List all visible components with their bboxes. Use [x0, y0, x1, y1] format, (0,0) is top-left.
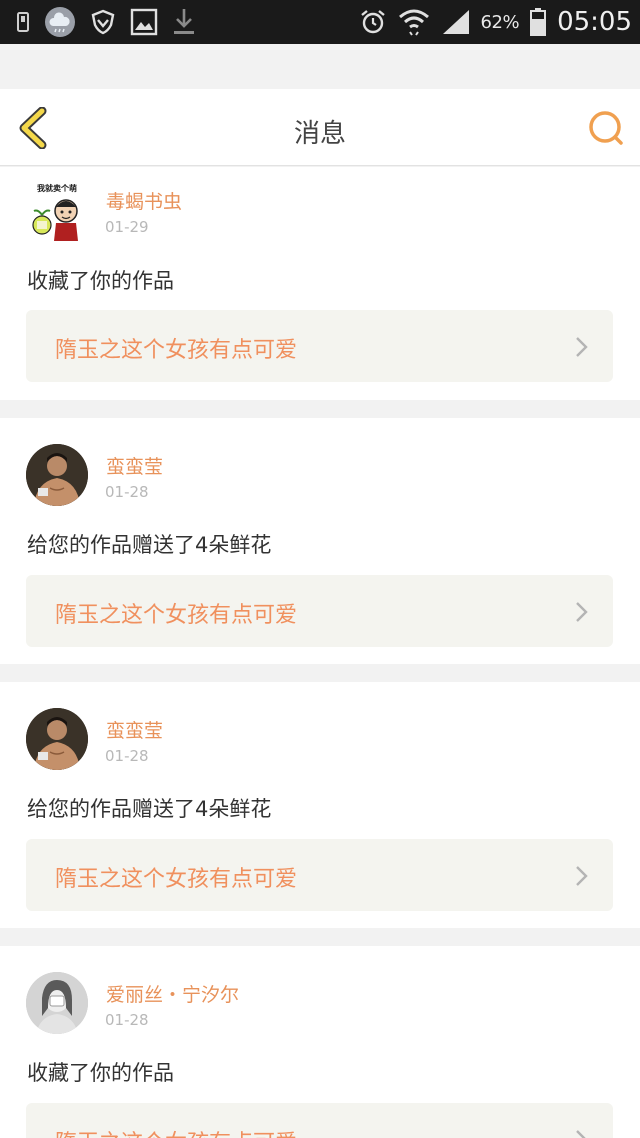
battery-icon: [529, 7, 547, 37]
work-link[interactable]: 隋玉之这个女孩有点可爱: [26, 839, 613, 911]
search-button[interactable]: [586, 109, 626, 149]
chevron-right-icon: [576, 1130, 586, 1138]
gallery-icon: [130, 8, 158, 36]
person-photo-icon: [26, 972, 88, 1034]
username[interactable]: 蛮蛮莹: [106, 452, 163, 479]
wifi-icon: [397, 7, 431, 37]
download-icon: [172, 7, 196, 37]
avatar-caption: 我就卖个萌: [37, 183, 77, 193]
meme-avatar-icon: 我就卖个萌: [26, 181, 88, 243]
chevron-right-icon: [576, 337, 588, 357]
message-date: 01-29: [105, 218, 149, 236]
sim-icon: [16, 11, 30, 33]
status-bar: 62% 05:05: [0, 0, 640, 44]
work-link[interactable]: 隋玉之这个女孩有点可爱: [26, 1103, 613, 1138]
header-bar: 消息: [0, 89, 640, 166]
message-action-text: 收藏了你的作品: [27, 269, 174, 293]
battery-percent: 62%: [480, 11, 520, 33]
message-date: 01-28: [105, 1011, 149, 1029]
message-card: 蛮蛮莹 01-28 给您的作品赠送了4朵鲜花 隋玉之这个女孩有点可爱: [0, 418, 640, 664]
person-photo-icon: [26, 444, 88, 506]
message-date: 01-28: [105, 747, 149, 765]
work-link[interactable]: 隋玉之这个女孩有点可爱: [26, 575, 613, 647]
message-action-text: 给您的作品赠送了4朵鲜花: [27, 797, 272, 821]
status-bar-left: [16, 0, 196, 44]
work-title: 隋玉之这个女孩有点可爱: [55, 338, 298, 363]
message-card: 蛮蛮莹 01-28 给您的作品赠送了4朵鲜花 隋玉之这个女孩有点可爱: [0, 682, 640, 928]
username[interactable]: 毒蝎书虫: [106, 187, 182, 214]
avatar[interactable]: [26, 444, 88, 506]
signal-icon: [441, 8, 471, 36]
alarm-icon: [359, 8, 387, 36]
work-link[interactable]: 隋玉之这个女孩有点可爱: [26, 310, 613, 382]
top-spacer: [0, 44, 640, 89]
message-card: 我就卖个萌 毒蝎书虫 01-29 收藏了你的作品 隋玉之这个女孩有点可爱: [0, 167, 640, 400]
chevron-right-icon: [576, 602, 588, 622]
message-card: 爱丽丝・宁汐尔 01-28 收藏了你的作品 隋玉之这个女孩有点可爱: [0, 946, 640, 1138]
status-bar-right: 62% 05:05: [359, 0, 632, 44]
shield-icon: [90, 9, 116, 35]
username[interactable]: 爱丽丝・宁汐尔: [106, 980, 239, 1007]
clock: 05:05: [557, 7, 632, 37]
avatar[interactable]: [26, 708, 88, 770]
weather-cloud-icon: [44, 6, 76, 38]
avatar[interactable]: 我就卖个萌: [26, 181, 88, 243]
message-date: 01-28: [105, 483, 149, 501]
work-title: 隋玉之这个女孩有点可爱: [55, 603, 298, 628]
page-title: 消息: [293, 119, 346, 149]
username[interactable]: 蛮蛮莹: [106, 716, 163, 743]
message-action-text: 收藏了你的作品: [27, 1061, 174, 1085]
work-title: 隋玉之这个女孩有点可爱: [55, 867, 298, 892]
person-photo-icon: [26, 708, 88, 770]
chevron-right-icon: [576, 866, 588, 886]
message-action-text: 给您的作品赠送了4朵鲜花: [27, 533, 272, 557]
work-title: 隋玉之这个女孩有点可爱: [55, 1125, 297, 1138]
avatar[interactable]: [26, 972, 88, 1034]
search-icon: [589, 111, 623, 145]
